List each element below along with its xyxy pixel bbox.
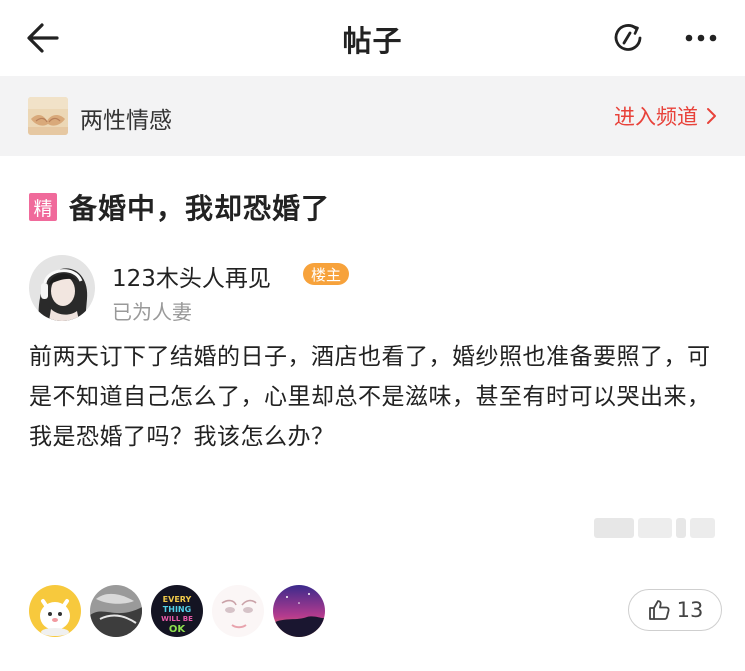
liker-avatar[interactable] [273, 585, 325, 637]
more-dots-icon[interactable] [684, 32, 718, 44]
liker-avatar[interactable] [29, 585, 81, 637]
liker-avatar[interactable] [212, 585, 264, 637]
chevron-right-icon [707, 108, 716, 124]
op-badge: 楼主 [303, 263, 349, 285]
svg-text:OK: OK [169, 624, 187, 635]
svg-text:EVERY: EVERY [163, 595, 192, 604]
liker-avatar[interactable]: EVERY THING WILL BE OK [151, 585, 203, 637]
liker-avatar[interactable] [90, 585, 142, 637]
top-bar: 帖子 [0, 0, 745, 76]
enter-channel-link[interactable]: 进入频道 [614, 101, 717, 131]
svg-text:THING: THING [163, 605, 191, 614]
like-count: 13 [676, 598, 704, 622]
author-status: 已为人妻 [112, 300, 192, 324]
blurred-meta-info [594, 518, 715, 538]
channel-thumbnail [28, 97, 68, 135]
featured-badge: 精 [29, 193, 57, 221]
back-arrow-icon[interactable] [26, 22, 60, 54]
like-button[interactable]: 13 [628, 589, 722, 631]
author-name[interactable]: 123木头人再见 [112, 259, 271, 293]
post-body: 前两天订下了结婚的日子，酒店也看了，婚纱照也准备要照了，可是不知道自己怎么了，心… [29, 344, 711, 450]
refresh-icon[interactable] [612, 22, 644, 54]
channel-name: 两性情感 [80, 108, 172, 134]
author-avatar[interactable] [29, 255, 95, 321]
channel-bar[interactable]: 两性情感 进入频道 [0, 76, 745, 156]
post-title: 备婚中，我却恐婚了 [69, 192, 331, 225]
post-title-row: 精 备婚中，我却恐婚了 [29, 187, 330, 227]
svg-text:WILL BE: WILL BE [161, 615, 193, 623]
thumbs-up-icon [648, 600, 670, 620]
enter-channel-label: 进入频道 [614, 105, 698, 129]
